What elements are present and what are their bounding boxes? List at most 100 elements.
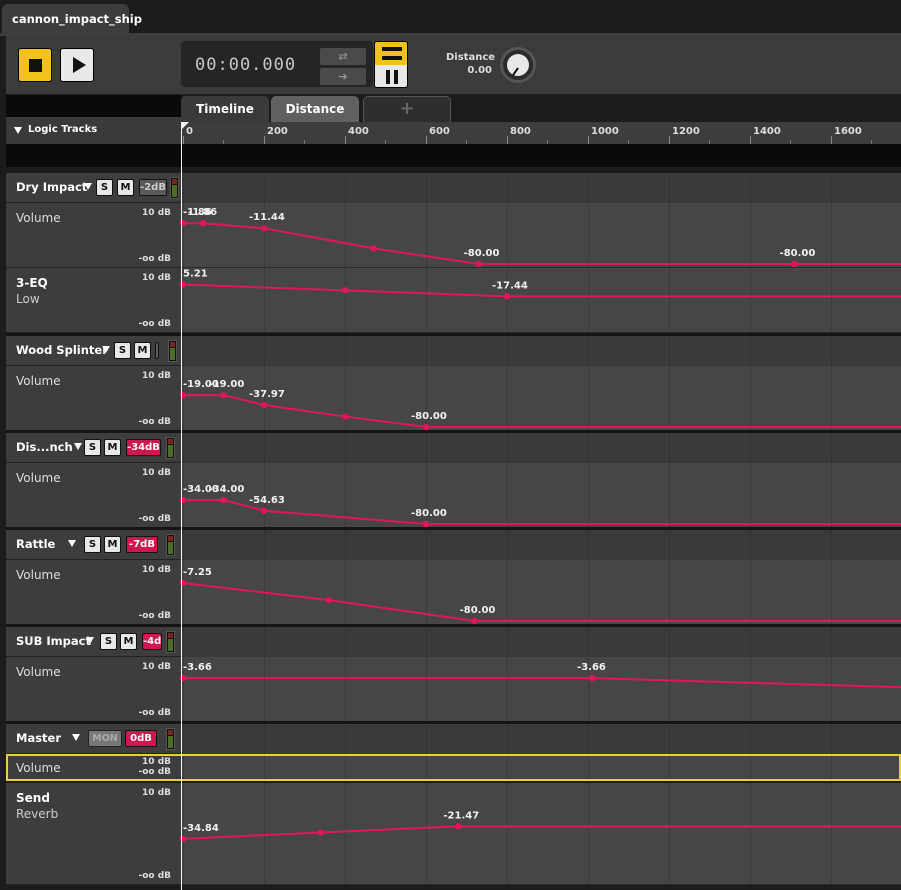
chevron-down-icon[interactable] xyxy=(86,637,94,644)
track-header[interactable]: Rattle S M -7dB xyxy=(6,530,181,560)
chevron-down-icon[interactable] xyxy=(74,443,82,450)
lane-db-min: -oo dB xyxy=(138,319,171,329)
gain-display[interactable]: -7dB xyxy=(126,536,158,553)
playhead-marker[interactable] xyxy=(181,122,189,130)
lane-header[interactable]: Volume 10 dB -oo dB xyxy=(6,657,181,722)
master-volume-selection[interactable] xyxy=(6,754,901,781)
grid-line xyxy=(507,203,508,267)
level-meter xyxy=(166,728,175,750)
lane-header[interactable]: Volume 10 dB -oo dB xyxy=(6,203,181,268)
view-tabbar: Timeline Distance + xyxy=(181,95,901,123)
document-tab[interactable]: cannon_impact_ship xyxy=(2,4,142,34)
stop-icon xyxy=(29,59,42,72)
lane-name: Send xyxy=(16,791,50,805)
playhead-line[interactable] xyxy=(181,122,182,890)
track-header-lane[interactable] xyxy=(181,724,901,754)
ruler-tick xyxy=(183,136,184,144)
track-header[interactable]: Dry Impact S M -2dB xyxy=(6,173,181,203)
mute-button[interactable]: M xyxy=(104,439,121,456)
lane-subtitle: Low xyxy=(16,292,40,306)
gain-display[interactable]: -4dB xyxy=(142,633,162,650)
grid-line xyxy=(264,268,265,332)
monitor-button[interactable]: MON xyxy=(88,730,122,747)
gain-display[interactable] xyxy=(155,342,159,359)
lane-subtitle: Reverb xyxy=(16,807,59,821)
track-header[interactable]: Wood Splinter S M xyxy=(6,336,181,366)
automation-lane[interactable] xyxy=(181,366,901,431)
solo-button[interactable]: S xyxy=(100,633,117,650)
mute-button[interactable]: M xyxy=(117,179,134,196)
track-header-lane[interactable] xyxy=(181,627,901,657)
grid-line xyxy=(831,336,832,366)
grid-line xyxy=(507,627,508,657)
collapse-icon[interactable] xyxy=(14,127,22,134)
track-header-lane[interactable] xyxy=(181,173,901,203)
automation-lane[interactable] xyxy=(181,268,901,333)
lane-db-max: 10 dB xyxy=(142,662,171,672)
stop-button[interactable] xyxy=(18,48,52,82)
lane-name: Volume xyxy=(16,665,61,679)
solo-button[interactable]: S xyxy=(84,439,101,456)
lane-db-min: -oo dB xyxy=(138,514,171,524)
mode-toggle[interactable] xyxy=(374,41,408,88)
chevron-down-icon[interactable] xyxy=(68,540,76,547)
lane-db-min: -oo dB xyxy=(138,611,171,621)
pause-icon[interactable] xyxy=(375,65,407,87)
gain-display[interactable]: 0dB xyxy=(125,730,157,747)
grid-line xyxy=(588,203,589,267)
track-header-lane[interactable] xyxy=(181,530,901,560)
logic-tracks-header[interactable]: Logic Tracks xyxy=(6,117,181,144)
track-header[interactable]: Dis...nch S M -34dB xyxy=(6,433,181,463)
gain-display[interactable]: -34dB xyxy=(126,439,161,456)
track-header-lane[interactable] xyxy=(181,433,901,463)
lane-header[interactable]: Send Reverb 10 dB -oo dB xyxy=(6,783,181,885)
ruler-marker-strip[interactable] xyxy=(181,144,901,167)
grid-line xyxy=(669,366,670,430)
chevron-down-icon[interactable] xyxy=(72,734,80,741)
lane-header[interactable]: 3-EQ Low 10 dB -oo dB xyxy=(6,268,181,333)
chevron-down-icon[interactable] xyxy=(84,183,92,190)
grid-line xyxy=(345,657,346,721)
lane-db-min: -oo dB xyxy=(138,417,171,427)
grid-line xyxy=(669,724,670,754)
chevron-down-icon[interactable] xyxy=(102,346,110,353)
add-tab-button[interactable]: + xyxy=(363,96,451,123)
solo-button[interactable]: S xyxy=(84,536,101,553)
grid-line xyxy=(345,724,346,754)
ruler-tick xyxy=(426,136,427,144)
grid-line xyxy=(183,203,184,267)
track-header[interactable]: Master MON 0dB xyxy=(6,724,181,754)
loop-button[interactable]: ⇄ xyxy=(320,48,366,65)
track-header[interactable]: SUB Impact SM -4dB xyxy=(6,627,181,657)
lane-header[interactable]: Volume 10 dB -oo dB xyxy=(6,560,181,625)
gain-display[interactable]: -2dB xyxy=(139,179,167,196)
tab-distance[interactable]: Distance xyxy=(271,96,359,123)
solo-button[interactable]: S xyxy=(114,342,131,359)
distance-ruler[interactable]: 0 200 400 600 800 1000 1200 1400 1600 xyxy=(181,122,901,144)
automation-lane[interactable] xyxy=(181,463,901,528)
distance-knob[interactable] xyxy=(500,47,536,83)
grid-line xyxy=(264,530,265,560)
automation-lane[interactable] xyxy=(181,783,901,885)
mute-button[interactable]: M xyxy=(134,342,151,359)
mute-button[interactable]: M xyxy=(104,536,121,553)
play-button[interactable] xyxy=(60,48,94,82)
grid-line xyxy=(426,173,427,203)
tab-timeline[interactable]: Timeline xyxy=(181,96,269,123)
mute-button[interactable]: M xyxy=(120,633,137,650)
automation-lane[interactable] xyxy=(181,203,901,268)
grid-line xyxy=(750,783,751,884)
forward-button[interactable]: ➔ xyxy=(320,68,366,85)
track-header-lane[interactable] xyxy=(181,336,901,366)
list-icon[interactable] xyxy=(375,42,407,65)
grid-line xyxy=(507,433,508,463)
grid-line xyxy=(750,627,751,657)
lane-header[interactable]: Volume 10 dB -oo dB xyxy=(6,463,181,528)
solo-button[interactable]: S xyxy=(96,179,113,196)
lane-header[interactable]: Volume 10 dB -oo dB xyxy=(6,366,181,431)
automation-lane[interactable] xyxy=(181,657,901,722)
lane-db-max: 10 dB xyxy=(142,208,171,218)
grid-line xyxy=(831,657,832,721)
level-meter xyxy=(166,437,175,459)
automation-lane[interactable] xyxy=(181,560,901,625)
